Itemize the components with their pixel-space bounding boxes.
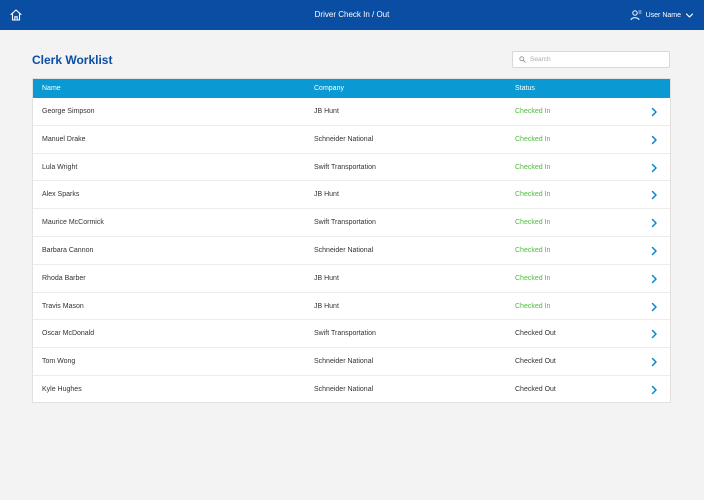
chevron-right-icon[interactable] [649, 135, 659, 145]
company-name: Swift Transportation [314, 330, 376, 338]
driver-name: Travis Mason [42, 302, 84, 310]
driver-name: Kyle Hughes [42, 386, 82, 393]
search-box[interactable] [512, 51, 670, 68]
chevron-right-icon[interactable] [649, 329, 659, 339]
status-text: Checked In [515, 302, 551, 310]
column-header-company[interactable]: Company [314, 79, 344, 98]
table-row[interactable]: Alex Sparks JB Hunt Checked In [33, 181, 670, 210]
page-title: Clerk Worklist [32, 53, 113, 67]
status-text: Checked Out [515, 358, 556, 366]
table-row[interactable]: Tom Wong Schneider National Checked Out [33, 348, 670, 376]
table-row[interactable]: George Simpson JB Hunt Checked In [33, 98, 670, 126]
table-row[interactable]: Travis Mason JB Hunt Checked In [33, 293, 670, 321]
status-text: Checked In [515, 108, 551, 115]
driver-name: Rhoda Barber [42, 274, 86, 282]
table-row[interactable]: Maurice McCormick Swift Transportation Che… [33, 209, 670, 237]
company-name: JB Hunt [314, 274, 339, 282]
home-icon[interactable] [9, 8, 23, 22]
chevron-right-icon[interactable] [649, 190, 659, 200]
column-header-status[interactable]: Status [515, 79, 535, 98]
chevron-right-icon[interactable] [649, 302, 659, 312]
user-name-label: User Name [645, 11, 681, 19]
driver-name: Oscar McDonald [42, 330, 95, 338]
table-header: Name Company Status [33, 79, 670, 98]
status-text: Checked Out [515, 386, 556, 393]
driver-name: Tom Wong [42, 358, 76, 366]
company-name: Swift Transportation [314, 163, 376, 171]
status-text: Checked In [515, 135, 551, 143]
driver-name: Alex Sparks [42, 191, 80, 199]
company-name: Schneider National [314, 386, 374, 393]
app-header: Driver Check In / Out User Name [0, 0, 704, 30]
status-text: Checked In [515, 219, 551, 227]
driver-name: Barbara Cannon [42, 247, 94, 254]
table-row[interactable]: Barbara Cannon Schneider National Checked … [33, 237, 670, 265]
company-name: JB Hunt [314, 302, 339, 310]
status-text: Checked Out [515, 330, 556, 338]
table-row[interactable]: Rhoda Barber JB Hunt Checked In [33, 265, 670, 293]
search-icon [519, 56, 526, 63]
chevron-right-icon[interactable] [649, 163, 659, 173]
table-row[interactable]: Kyle Hughes Schneider National Checked Out [33, 376, 670, 404]
column-header-name[interactable]: Name [42, 79, 61, 98]
status-text: Checked In [515, 247, 551, 254]
company-name: Schneider National [314, 358, 374, 366]
status-text: Checked In [515, 191, 551, 199]
user-icon [630, 10, 642, 21]
table-row[interactable]: Oscar McDonald Swift Transportation Checke… [33, 320, 670, 349]
worklist-table: Name Company Status George Simpson JB Hun… [32, 78, 671, 403]
driver-name: Lula Wright [42, 163, 78, 171]
chevron-right-icon[interactable] [649, 218, 659, 228]
search-input[interactable] [530, 56, 660, 63]
chevron-right-icon[interactable] [649, 357, 659, 367]
company-name: Schneider National [314, 135, 374, 143]
chevron-right-icon[interactable] [649, 274, 659, 284]
driver-name: Manuel Drake [42, 135, 86, 143]
table-row[interactable]: Manuel Drake Schneider National Checked In [33, 126, 670, 154]
chevron-right-icon[interactable] [649, 107, 659, 117]
table-row[interactable]: Lula Wright Swift Transportation Checked I… [33, 154, 670, 182]
app-title: Driver Check In / Out [314, 10, 390, 19]
company-name: JB Hunt [314, 191, 339, 199]
company-name: Swift Transportation [314, 219, 376, 227]
driver-name: Maurice McCormick [42, 219, 104, 227]
chevron-right-icon[interactable] [649, 385, 659, 395]
driver-name: George Simpson [42, 108, 95, 115]
chevron-right-icon[interactable] [649, 246, 659, 256]
company-name: Schneider National [314, 247, 374, 254]
chevron-down-icon [685, 12, 694, 18]
status-text: Checked In [515, 163, 551, 171]
status-text: Checked In [515, 274, 551, 282]
user-menu[interactable]: User Name [630, 0, 694, 30]
company-name: JB Hunt [314, 108, 339, 115]
